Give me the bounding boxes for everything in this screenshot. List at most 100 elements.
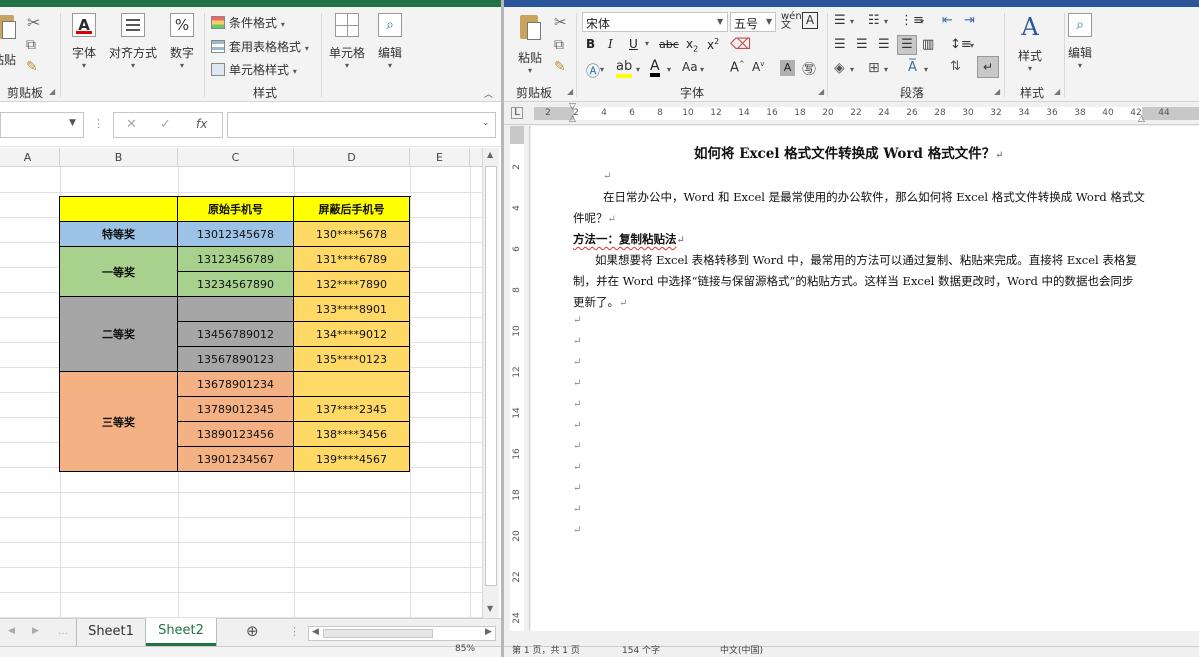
cut-icon[interactable]: ✂: [554, 13, 567, 31]
column-header-e[interactable]: E: [410, 148, 470, 167]
styles-button[interactable]: A 样式 ▾: [1010, 13, 1050, 73]
original-phone-cell[interactable]: [178, 297, 294, 322]
header-cell-original[interactable]: 原始手机号: [178, 197, 294, 222]
masked-phone-cell[interactable]: 139****4567: [294, 447, 410, 472]
masked-phone-cell[interactable]: 132****7890: [294, 272, 410, 297]
horizontal-scrollbar[interactable]: ◀ ▶: [308, 626, 496, 641]
editing-button[interactable]: ⌕ 编辑 ▾: [372, 13, 408, 70]
masked-phone-cell[interactable]: 130****5678: [294, 222, 410, 247]
insert-function-icon[interactable]: fx: [196, 117, 207, 131]
masked-phone-cell[interactable]: 135****0123: [294, 347, 410, 372]
prize-group-cell[interactable]: 一等奖: [60, 247, 178, 297]
font-name-select[interactable]: 宋体 ▼: [582, 12, 728, 32]
increase-indent-icon[interactable]: ⇥: [964, 13, 975, 28]
cells-button[interactable]: 单元格 ▾: [325, 13, 369, 70]
original-phone-cell[interactable]: 13901234567: [178, 447, 294, 472]
status-page[interactable]: 第 1 页，共 1 页: [512, 643, 580, 656]
masked-phone-cell[interactable]: 133****8901: [294, 297, 410, 322]
scroll-up-icon[interactable]: ▲: [487, 150, 493, 159]
tab-prev-icon[interactable]: ◀: [8, 626, 15, 636]
copy-icon[interactable]: ⧉: [26, 37, 36, 53]
header-cell-prize[interactable]: [60, 197, 178, 222]
borders-icon[interactable]: ⊞: [868, 60, 880, 76]
scroll-left-icon[interactable]: ◀: [312, 627, 319, 637]
paste-button[interactable]: 粘贴 ▾: [512, 13, 548, 75]
zoom-level[interactable]: 85%: [455, 644, 475, 654]
vertical-ruler[interactable]: 2 4 6 8 10 12 14 16 18 20 22 24: [504, 126, 530, 631]
masked-phone-cell[interactable]: 134****9012: [294, 322, 410, 347]
format-as-table-button[interactable]: 套用表格格式 ▾: [211, 38, 309, 55]
masked-phone-cell[interactable]: 131****6789: [294, 247, 410, 272]
char-shading-icon[interactable]: A: [780, 60, 795, 76]
original-phone-cell[interactable]: 13456789012: [178, 322, 294, 347]
hanging-indent-icon[interactable]: △: [569, 114, 576, 124]
column-header-d[interactable]: D: [294, 148, 410, 167]
editing-button[interactable]: ⌕ 编辑 ▾: [1064, 13, 1096, 70]
original-phone-cell[interactable]: 13678901234: [178, 372, 294, 397]
tab-sheet2[interactable]: Sheet2: [146, 618, 216, 646]
subscript-icon[interactable]: x2: [686, 37, 698, 53]
decrease-indent-icon[interactable]: ⇤: [942, 13, 953, 28]
column-header-b[interactable]: B: [60, 148, 178, 167]
clipboard-launcher-icon[interactable]: ◢: [49, 87, 55, 96]
worksheet-grid[interactable]: A B C D E 原始手机号 屏蔽后手机号 特等奖 13012345678 130**…: [0, 148, 482, 618]
phonetic-guide-icon[interactable]: wén 文: [781, 12, 802, 31]
prize-group-cell[interactable]: 三等奖: [60, 372, 178, 472]
name-box[interactable]: ▼: [0, 112, 84, 138]
paste-button[interactable]: 粘贴: [0, 13, 22, 67]
line-spacing-icon[interactable]: ↕≡: [950, 37, 972, 52]
shading-icon[interactable]: ◈: [834, 60, 845, 76]
tab-next-icon[interactable]: ▶: [32, 626, 39, 636]
scroll-down-icon[interactable]: ▼: [487, 604, 493, 613]
vertical-scrollbar[interactable]: ▲ ▼: [482, 148, 499, 618]
char-border-icon[interactable]: A: [802, 12, 818, 29]
header-cell-masked[interactable]: 屏蔽后手机号: [294, 197, 410, 222]
sort-icon[interactable]: ⇅: [950, 59, 961, 74]
original-phone-cell[interactable]: 13234567890: [178, 272, 294, 297]
cell-styles-button[interactable]: 单元格样式 ▾: [211, 61, 297, 78]
clipboard-launcher-icon[interactable]: ◢: [567, 87, 573, 96]
first-indent-icon[interactable]: ▽: [569, 102, 576, 112]
align-right-icon[interactable]: ☰: [878, 37, 890, 52]
document-page[interactable]: 如何将 Excel 格式文件转换成 Word 格式文件？↵ ↵ 在日常办公中，W…: [531, 126, 1199, 631]
scroll-thumb[interactable]: [485, 166, 497, 586]
original-phone-cell[interactable]: 13567890123: [178, 347, 294, 372]
status-language[interactable]: 中文(中国): [720, 643, 763, 656]
align-left-icon[interactable]: ☰: [834, 37, 846, 52]
change-case-icon[interactable]: Aa: [682, 60, 698, 74]
format-painter-icon[interactable]: ✎: [554, 59, 566, 75]
scroll-right-icon[interactable]: ▶: [485, 627, 492, 637]
prize-group-cell[interactable]: 二等奖: [60, 297, 178, 372]
shrink-font-icon[interactable]: Av: [752, 60, 764, 74]
align-center-icon[interactable]: ☰: [856, 37, 868, 52]
paragraph-launcher-icon[interactable]: ◢: [994, 87, 1000, 96]
font-launcher-icon[interactable]: ◢: [818, 87, 824, 96]
distributed-icon[interactable]: ▥: [922, 37, 934, 52]
numbering-icon[interactable]: ☷: [868, 13, 880, 28]
font-size-select[interactable]: 五号 ▼: [730, 12, 776, 32]
original-phone-cell[interactable]: 13123456789: [178, 247, 294, 272]
status-words[interactable]: 154 个字: [622, 643, 660, 656]
confirm-icon[interactable]: ✓: [160, 117, 171, 132]
horizontal-ruler[interactable]: L 2 2 4 6 8 10 12 14 16 18 20 22 24 26 28 30 32 34 36 38 40 4…: [504, 102, 1199, 125]
styles-launcher-icon[interactable]: ◢: [1054, 87, 1060, 96]
expand-formula-icon[interactable]: ⌄: [482, 118, 490, 128]
number-button[interactable]: % 数字 ▾: [162, 13, 202, 70]
right-indent-icon[interactable]: △: [1138, 114, 1145, 124]
strikethrough-icon[interactable]: abc: [659, 38, 679, 51]
justify-icon[interactable]: ☰: [897, 35, 917, 55]
hscroll-thumb[interactable]: [323, 629, 433, 638]
add-sheet-icon[interactable]: ⊕: [246, 622, 259, 640]
clear-format-icon[interactable]: ⌫: [730, 35, 751, 53]
masked-phone-cell[interactable]: [294, 372, 410, 397]
prize-group-cell[interactable]: 特等奖: [60, 222, 178, 247]
font-color-icon[interactable]: A: [650, 59, 660, 77]
copy-icon[interactable]: ⧉: [554, 37, 564, 53]
original-phone-cell[interactable]: 13012345678: [178, 222, 294, 247]
show-marks-icon[interactable]: ↵: [977, 56, 999, 78]
formula-input[interactable]: ⌄: [227, 112, 496, 138]
original-phone-cell[interactable]: 13890123456: [178, 422, 294, 447]
tab-sheet1[interactable]: Sheet1: [76, 619, 146, 646]
column-header-a[interactable]: A: [0, 148, 60, 167]
superscript-icon[interactable]: x2: [707, 37, 719, 52]
